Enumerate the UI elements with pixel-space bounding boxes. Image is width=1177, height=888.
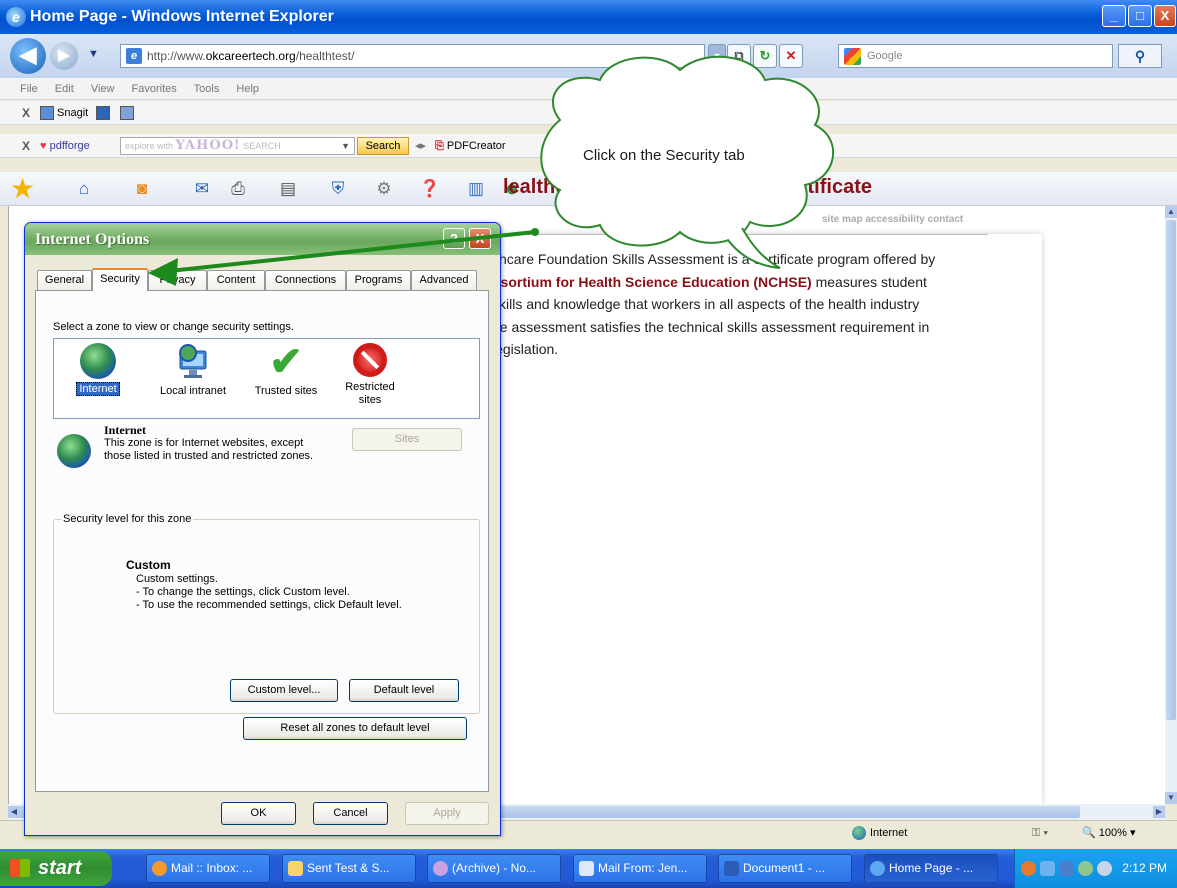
callout-text: Click on the Security tab: [583, 147, 745, 164]
callout-overlay: [148, 55, 834, 286]
callout-arrow: [148, 228, 539, 286]
tab-security[interactable]: Security: [92, 268, 148, 291]
